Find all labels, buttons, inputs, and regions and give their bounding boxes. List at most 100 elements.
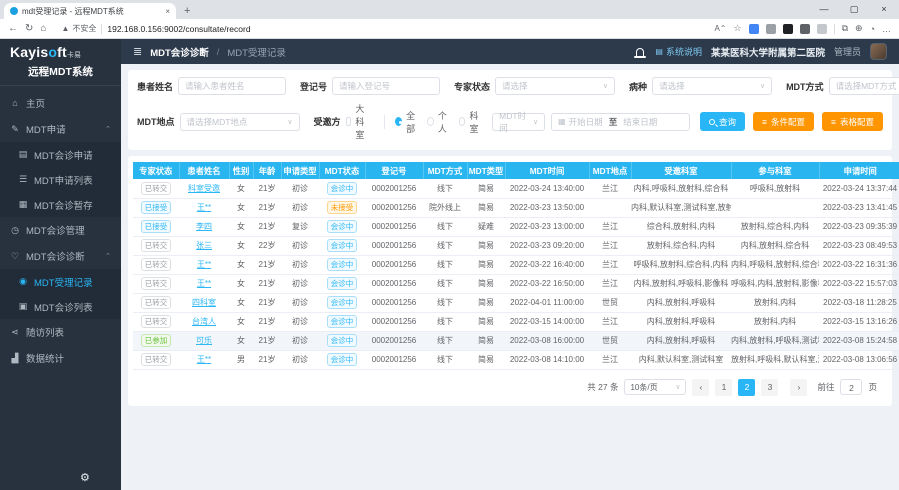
goto-unit: 页 (868, 381, 877, 393)
cell-apply-type: 初诊 (281, 179, 319, 198)
patient-name-link[interactable]: 张三 (196, 241, 212, 250)
collections-icon[interactable]: ⊕ (855, 23, 863, 34)
mdt-place-label: MDT地点 (137, 115, 175, 128)
cell-reg-no: 0002001256 (365, 255, 423, 274)
minimize-button[interactable]: — (809, 0, 839, 19)
invitee-radio-个人[interactable]: 个人 (427, 109, 459, 135)
split-screen-icon[interactable]: ⧉ (842, 23, 848, 34)
sidebar-item-7[interactable]: ◉MDT受理记录 (0, 269, 121, 294)
extension-icon[interactable] (817, 24, 827, 34)
status-badge: 未接受 (327, 201, 358, 214)
cell-apply-type: 复诊 (281, 217, 319, 236)
cell-patient-name: 王** (179, 198, 229, 217)
expert-status-label: 专家状态 (454, 80, 490, 93)
invitee-radio-科室[interactable]: 科室 (459, 109, 491, 135)
sidebar-item-5[interactable]: ◷MDT会诊管理 (0, 217, 121, 243)
disease-select[interactable]: 请选择∨ (652, 77, 772, 95)
cell-reg-no: 0002001256 (365, 198, 423, 217)
sidebar-item-2[interactable]: ▤MDT会诊申请 (0, 142, 121, 167)
table-row: 已转交台湾人女21岁初诊会诊中0002001256线下简易2022-03-15 … (133, 312, 899, 331)
cell-patient-name: 王** (179, 274, 229, 293)
record-table-card: 专家状态患者姓名性别年龄申请类型MDT状态登记号MDT方式MDT类型MDT时间M… (128, 156, 892, 406)
patient-name-link[interactable]: 四科室 (192, 298, 216, 307)
search-button[interactable]: 查询 (700, 112, 745, 131)
sidebar-item-4[interactable]: ▦MDT会诊暂存 (0, 192, 121, 217)
cell-reg-no: 0002001256 (365, 312, 423, 331)
cell-place: 兰江 (589, 312, 631, 331)
new-tab-button[interactable]: + (184, 5, 190, 17)
divider (834, 24, 835, 34)
cell-expert-status: 已参加 (133, 331, 179, 350)
patient-name-link[interactable]: 可乐 (196, 336, 212, 345)
patient-name-link[interactable]: 王** (197, 260, 211, 269)
back-icon[interactable]: ← (8, 23, 18, 34)
goto-page-input[interactable]: 2 (840, 379, 862, 395)
system-help-link[interactable]: ▤系统说明 (655, 45, 702, 58)
cell-mdt-mode: 线下 (423, 312, 467, 331)
cell-apply-time: 2022-03-22 15:57:03 (819, 274, 899, 293)
mdt-place-select[interactable]: 请选择MDT地点∨ (180, 113, 300, 131)
cell-mdt-status: 会诊中 (319, 331, 365, 350)
sidebar-item-6[interactable]: ♡MDT会诊诊断⌃ (0, 243, 121, 269)
search-icon (709, 119, 715, 125)
extension-icon[interactable] (800, 24, 810, 34)
patient-name-link[interactable]: 李四 (196, 222, 212, 231)
page-button-2[interactable]: 2 (738, 379, 755, 396)
sidebar-item-1[interactable]: ✎MDT申请⌃ (0, 116, 121, 142)
favorite-star-icon[interactable]: ☆ (734, 23, 742, 34)
refresh-icon[interactable]: ↻ (25, 23, 33, 34)
big-dept-checkbox[interactable] (346, 117, 352, 126)
page-button-3[interactable]: 3 (761, 379, 778, 396)
app-logo: Kayisoft卡易 (0, 39, 121, 61)
expert-status-select[interactable]: 请选择∨ (495, 77, 615, 95)
security-warning[interactable]: ▲不安全 (61, 23, 96, 34)
user-avatar[interactable] (870, 43, 887, 60)
table-config-button[interactable]: ≡表格配置 (822, 112, 883, 131)
read-aloud-icon[interactable]: A⌃ (714, 24, 726, 33)
date-range-input[interactable]: ▦ 开始日期 至 结束日期 (551, 113, 690, 131)
settings-gear-icon[interactable]: ⚙ (80, 471, 90, 484)
patient-name-link[interactable]: 王** (197, 355, 211, 364)
time-type-select[interactable]: MDT时间∨ (492, 113, 545, 131)
sidebar-item-8[interactable]: ▣MDT会诊列表 (0, 294, 121, 319)
browser-tab[interactable]: mdt受理记录 - 远程MDT系统 × (4, 3, 176, 19)
url-field[interactable]: ▲不安全 192.168.0.156:9002/consultate/recor… (53, 21, 707, 36)
tab-close-icon[interactable]: × (165, 7, 170, 16)
register-no-input[interactable]: 请输入登记号 (332, 77, 440, 95)
extension-icon[interactable] (783, 24, 793, 34)
patient-name-link[interactable]: 王** (197, 279, 211, 288)
patient-name-link[interactable]: 王** (197, 203, 211, 212)
collapse-menu-icon[interactable]: ≣ (133, 45, 142, 58)
profile-icon[interactable]: ◔ (870, 24, 875, 34)
column-header: 性别 (229, 162, 253, 179)
register-no-label: 登记号 (300, 80, 327, 93)
mdt-mode-select[interactable]: 请选择MDT方式∨ (829, 77, 899, 95)
patient-name-input[interactable]: 请输入患者姓名 (178, 77, 286, 95)
patient-name-link[interactable]: 科室受邀 (188, 184, 220, 193)
cell-mdt-time: 2022-03-23 13:00:00 (505, 217, 589, 236)
sidebar-item-10[interactable]: ▟数据统计 (0, 345, 121, 371)
prev-page-button[interactable]: ‹ (692, 379, 709, 396)
sidebar-item-9[interactable]: ⋖随访列表 (0, 319, 121, 345)
home-icon[interactable]: ⌂ (40, 23, 46, 34)
condition-config-button[interactable]: ≡条件配置 (753, 112, 814, 131)
cell-mdt-type: 疑难 (467, 217, 505, 236)
cell-mdt-status: 会诊中 (319, 312, 365, 331)
extension-icon[interactable] (766, 24, 776, 34)
page-button-1[interactable]: 1 (715, 379, 732, 396)
page-size-select[interactable]: 10条/页∨ (624, 379, 686, 395)
invitee-radio-全部[interactable]: 全部 (395, 109, 427, 135)
table-header-row: 专家状态患者姓名性别年龄申请类型MDT状态登记号MDT方式MDT类型MDT时间M… (133, 162, 899, 179)
close-button[interactable]: × (869, 0, 899, 19)
extension-icon[interactable] (749, 24, 759, 34)
sidebar-item-3[interactable]: ☰MDT申请列表 (0, 167, 121, 192)
browser-toolbar: A⌃ ☆ ⧉ ⊕ ◔ … (714, 23, 891, 34)
browser-menu-icon[interactable]: … (882, 24, 891, 34)
maximize-button[interactable]: ▢ (839, 0, 869, 19)
patient-name-link[interactable]: 台湾人 (192, 317, 216, 326)
status-badge: 已参加 (141, 334, 172, 347)
next-page-button[interactable]: › (790, 379, 807, 396)
cell-patient-name: 李四 (179, 217, 229, 236)
notification-bell-icon[interactable] (636, 48, 644, 56)
sidebar-item-0[interactable]: ⌂主页 (0, 90, 121, 116)
